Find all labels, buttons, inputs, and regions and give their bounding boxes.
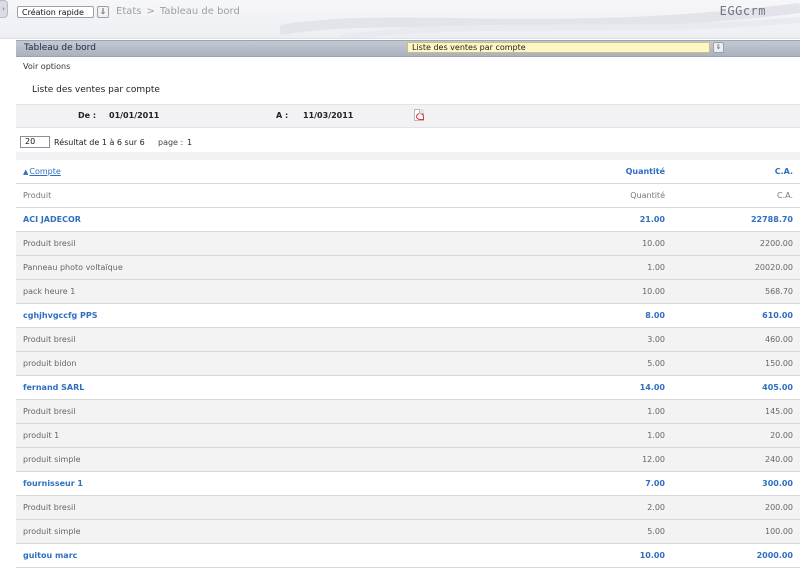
row-revenue: 2200.00 [672,231,800,256]
table-spacer [16,152,800,160]
row-name: cghjhvgccfg PPS [16,303,446,328]
row-name: produit simple [16,519,446,544]
row-quantity: 10.00 [446,231,672,256]
product-row: Produit bresil 10.00 2200.00 [16,231,800,256]
pdf-icon[interactable] [414,109,424,121]
report-select[interactable]: Liste des ventes par compte [407,42,710,53]
to-date: 11/03/2011 [303,111,354,120]
breadcrumb: Etats > Tableau de bord [116,6,240,17]
product-row: produit simple 12.00 240.00 [16,447,800,472]
row-name: Produit bresil [16,231,446,256]
account-row: ACI JADECOR 21.00 22788.70 [16,207,800,232]
from-label: De : [78,111,97,120]
row-quantity: 10.00 [446,543,672,568]
row-revenue: 300.00 [672,471,800,496]
report-title: Liste des ventes par compte [32,85,160,95]
row-name: produit 1 [16,423,446,448]
row-revenue: 240.00 [672,447,800,472]
page-number[interactable]: 1 [187,138,192,147]
product-row: Produit bresil 3.00 460.00 [16,327,800,352]
row-name: produit simple [16,447,446,472]
row-quantity: 12.00 [446,447,672,472]
revenue-subheader: C.A. [672,183,800,208]
row-revenue: 610.00 [672,303,800,328]
dashboard-title: Tableau de bord [24,43,96,53]
row-quantity: 1.00 [446,423,672,448]
account-row: fournisseur 1 7.00 300.00 [16,471,800,496]
row-name: pack heure 1 [16,279,446,304]
row-quantity: 1.00 [446,399,672,424]
breadcrumb-etats[interactable]: Etats [116,6,142,17]
row-name: ACI JADECOR [16,207,446,232]
row-name: produit bidon [16,351,446,376]
row-quantity: 7.00 [446,471,672,496]
view-options-link[interactable]: Voir options [23,62,70,71]
product-row: Produit bresil 2.00 200.00 [16,495,800,520]
date-range-bar: De : 01/01/2011 A : 11/03/2011 [16,104,800,128]
dashboard-header: Tableau de bord Liste des ventes par com… [16,40,800,57]
product-subheader: Produit [16,183,446,208]
row-quantity: 2.00 [446,495,672,520]
sort-up-icon[interactable]: ▲ [23,168,28,176]
product-row: pack heure 1 10.00 568.70 [16,279,800,304]
product-row: produit simple 5.00 100.00 [16,519,800,544]
row-quantity: 14.00 [446,375,672,400]
account-row: cghjhvgccfg PPS 8.00 610.00 [16,303,800,328]
account-row: guitou marc 10.00 2000.00 [16,543,800,568]
row-revenue: 20020.00 [672,255,800,280]
chevron-down-icon[interactable]: ⇓ [97,6,109,18]
row-quantity: 3.00 [446,327,672,352]
account-row: fernand SARL 14.00 405.00 [16,375,800,400]
row-name: fernand SARL [16,375,446,400]
row-quantity: 8.00 [446,303,672,328]
page-label: page : [158,138,184,147]
row-revenue: 145.00 [672,399,800,424]
row-quantity: 1.00 [446,255,672,280]
app-logo: EGGcrm [719,4,766,18]
account-sort-link[interactable]: Compte [29,167,60,176]
pager: 20 Résultat de 1 à 6 sur 6 page : 1 [16,134,800,152]
top-bar: › Création rapide ⇓ Etats > Tableau de bor… [0,0,800,39]
row-revenue: 2000.00 [672,543,800,568]
row-name: Produit bresil [16,399,446,424]
row-name: guitou marc [16,543,446,568]
row-name: Produit bresil [16,327,446,352]
account-column-header[interactable]: ▲Compte [16,160,446,184]
product-row: produit bidon 5.00 150.00 [16,351,800,376]
row-revenue: 405.00 [672,375,800,400]
product-row: Produit bresil 1.00 145.00 [16,399,800,424]
breadcrumb-dashboard: Tableau de bord [159,6,240,17]
row-revenue: 200.00 [672,495,800,520]
breadcrumb-separator: > [146,6,155,17]
quantity-column-header[interactable]: Quantité [446,160,672,184]
row-revenue: 100.00 [672,519,800,544]
table-subheader-row: Produit Quantité C.A. [16,183,800,208]
row-revenue: 568.70 [672,279,800,304]
row-name: Produit bresil [16,495,446,520]
revenue-column-header[interactable]: C.A. [672,160,800,184]
row-quantity: 21.00 [446,207,672,232]
quantity-subheader: Quantité [446,183,672,208]
row-quantity: 5.00 [446,351,672,376]
row-revenue: 150.00 [672,351,800,376]
row-name: Panneau photo voltaïque [16,255,446,280]
product-row: produit 1 1.00 20.00 [16,423,800,448]
row-name: fournisseur 1 [16,471,446,496]
row-revenue: 460.00 [672,327,800,352]
product-row: Panneau photo voltaïque 1.00 20020.00 [16,255,800,280]
row-quantity: 10.00 [446,279,672,304]
table-header-row: ▲Compte Quantité C.A. [16,160,800,184]
chevron-down-icon[interactable]: ⇓ [713,42,724,53]
row-quantity: 5.00 [446,519,672,544]
result-count: Résultat de 1 à 6 sur 6 [54,138,145,147]
quick-create-select[interactable]: Création rapide [17,6,94,18]
per-page-input[interactable]: 20 [20,136,50,148]
sidebar-toggle-icon[interactable]: › [0,0,8,18]
from-date: 01/01/2011 [109,111,160,120]
to-label: A : [276,111,289,120]
sales-table: ▲Compte Quantité C.A. Produit Quantité C… [16,160,800,568]
row-revenue: 20.00 [672,423,800,448]
row-revenue: 22788.70 [672,207,800,232]
